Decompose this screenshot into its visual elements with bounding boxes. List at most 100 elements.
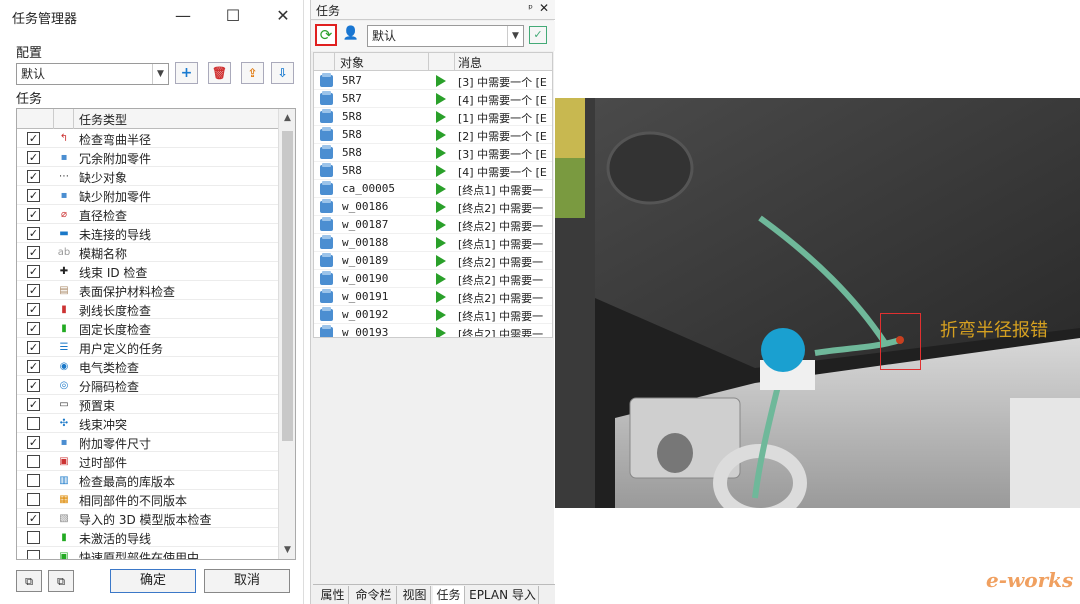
pin-icon[interactable]: ᵖ [528,2,533,15]
play-icon[interactable] [436,111,446,123]
task-row[interactable]: ▣ 快速原型部件在使用中 [17,547,279,559]
task-list[interactable]: 对象 消息 5R7 [3] 中需要一个 [E 5R7 [4] 中需要一个 [E 5R8 [… [313,52,553,338]
task-list-row[interactable]: 5R8 [2] 中需要一个 [E [314,126,552,144]
close-button[interactable]: ✕ [270,4,296,28]
task-checkbox[interactable]: ✓ [27,189,40,202]
task-checkbox[interactable]: ✓ [27,151,40,164]
task-type-grid[interactable]: 任务类型 ✓ ↰ 检查弯曲半径 ✓ ▪ 冗余附加零件 ✓ ⋯ 缺少对象 ✓ ▪ 缺少附加零件 ✓ ⌀ 直径检… [16,108,296,560]
scrollbar-thumb[interactable] [282,131,293,441]
play-icon[interactable] [436,147,446,159]
task-checkbox[interactable]: ✓ [27,322,40,335]
task-row[interactable]: ✓ ▭ 预置束 [17,395,279,414]
task-row[interactable]: ✣ 线束冲突 [17,414,279,433]
play-icon[interactable] [436,327,446,337]
task-checkbox[interactable]: ✓ [27,284,40,297]
task-row[interactable]: ✓ ▮ 剥线长度检查 [17,300,279,319]
task-list-row[interactable]: w_00186 [终点2] 中需要一 [314,198,552,216]
task-checkbox[interactable]: ✓ [27,227,40,240]
task-row[interactable]: ✓ ⋯ 缺少对象 [17,167,279,186]
task-list-row[interactable]: w_00189 [终点2] 中需要一 [314,252,552,270]
task-list-row[interactable]: ca_00005 [终点1] 中需要一 [314,180,552,198]
select-all-button[interactable]: ⧉ [16,570,42,592]
task-checkbox[interactable]: ✓ [27,379,40,392]
play-icon[interactable] [436,93,446,105]
play-icon[interactable] [436,183,446,195]
ok-button[interactable]: 确定 [110,569,196,593]
play-icon[interactable] [436,165,446,177]
tab-view[interactable]: 视图 [399,586,431,604]
task-list-row[interactable]: w_00191 [终点2] 中需要一 [314,288,552,306]
message-column-header[interactable]: 消息 [458,54,482,71]
task-checkbox[interactable]: ✓ [27,132,40,145]
task-list-row[interactable]: w_00190 [终点2] 中需要一 [314,270,552,288]
play-icon[interactable] [436,255,446,267]
task-list-row[interactable]: 5R8 [1] 中需要一个 [E [314,108,552,126]
task-row[interactable]: ✓ ▪ 缺少附加零件 [17,186,279,205]
play-icon[interactable] [436,273,446,285]
task-row[interactable]: ✓ ↰ 检查弯曲半径 [17,129,279,148]
task-list-row[interactable]: w_00192 [终点1] 中需要一 [314,306,552,324]
play-icon[interactable] [436,237,446,249]
task-row[interactable]: ✓ ◎ 分隔码检查 [17,376,279,395]
play-icon[interactable] [436,129,446,141]
task-row[interactable]: ✓ ▪ 冗余附加零件 [17,148,279,167]
play-icon[interactable] [436,75,446,87]
task-checkbox[interactable]: ✓ [27,265,40,278]
tab-eplan-import[interactable]: EPLAN 导入 [467,586,539,604]
close-icon[interactable]: ✕ [539,1,549,15]
import-config-button[interactable]: ⇩ [271,62,294,84]
task-checkbox[interactable]: ✓ [27,360,40,373]
task-checkbox[interactable]: ✓ [27,303,40,316]
refresh-icon[interactable]: ⟳ [315,24,337,46]
task-checkbox[interactable] [27,531,40,544]
task-checkbox[interactable]: ✓ [27,398,40,411]
task-checkbox[interactable] [27,474,40,487]
task-list-row[interactable]: 5R8 [4] 中需要一个 [E [314,162,552,180]
play-icon[interactable] [436,201,446,213]
task-row[interactable]: ▦ 相同部件的不同版本 [17,490,279,509]
delete-config-button[interactable]: 🗑 [208,62,231,84]
object-column-header[interactable]: 对象 [340,54,364,71]
task-filter-select[interactable]: 默认 ▼ [367,25,524,47]
task-checkbox[interactable]: ✓ [27,436,40,449]
task-row[interactable]: ✓ ▮ 固定长度检查 [17,319,279,338]
task-list-row[interactable]: w_00188 [终点1] 中需要一 [314,234,552,252]
tab-properties[interactable]: 属性 [317,586,349,604]
task-list-row[interactable]: 5R8 [3] 中需要一个 [E [314,144,552,162]
task-list-row[interactable]: 5R7 [4] 中需要一个 [E [314,90,552,108]
task-row[interactable]: ▣ 过时部件 [17,452,279,471]
task-row[interactable]: ✓ ▬ 未连接的导线 [17,224,279,243]
export-config-button[interactable]: ⇪ [241,62,264,84]
config-select[interactable]: 默认 ▼ [16,63,169,85]
minimize-button[interactable]: — [170,4,196,28]
task-checkbox[interactable]: ✓ [27,208,40,221]
tab-command-bar[interactable]: 命令栏 [351,586,397,604]
task-row[interactable]: ✓ ⌀ 直径检查 [17,205,279,224]
3d-viewport[interactable] [555,98,1080,508]
task-list-row[interactable]: w_00187 [终点2] 中需要一 [314,216,552,234]
task-row[interactable]: ▥ 检查最高的库版本 [17,471,279,490]
task-row[interactable]: ✓ ◉ 电气类检查 [17,357,279,376]
grid-scrollbar[interactable]: ▲ ▼ [278,109,295,559]
task-row[interactable]: ✓ ▤ 表面保护材料检查 [17,281,279,300]
scroll-up-icon[interactable]: ▲ [279,109,295,127]
play-icon[interactable] [436,219,446,231]
task-checkbox[interactable] [27,493,40,506]
add-config-button[interactable]: + [175,62,198,84]
task-row[interactable]: ✓ ✚ 线束 ID 检查 [17,262,279,281]
task-checkbox[interactable] [27,455,40,468]
tab-tasks[interactable]: 任务 [433,586,465,604]
play-icon[interactable] [436,309,446,321]
add-user-icon[interactable]: 👤 [341,26,361,44]
task-type-column-header[interactable]: 任务类型 [79,111,127,128]
task-checkbox[interactable]: ✓ [27,246,40,259]
task-row[interactable]: ✓ ab 模糊名称 [17,243,279,262]
cancel-button[interactable]: 取消 [204,569,290,593]
task-checkbox[interactable]: ✓ [27,170,40,183]
task-checkbox[interactable]: ✓ [27,512,40,525]
task-row[interactable]: ✓ ☰ 用户定义的任务 [17,338,279,357]
task-row[interactable]: ✓ ▧ 导入的 3D 模型版本检查 [17,509,279,528]
scroll-down-icon[interactable]: ▼ [279,541,295,559]
task-checkbox[interactable]: ✓ [27,341,40,354]
task-checkbox[interactable] [27,550,40,559]
